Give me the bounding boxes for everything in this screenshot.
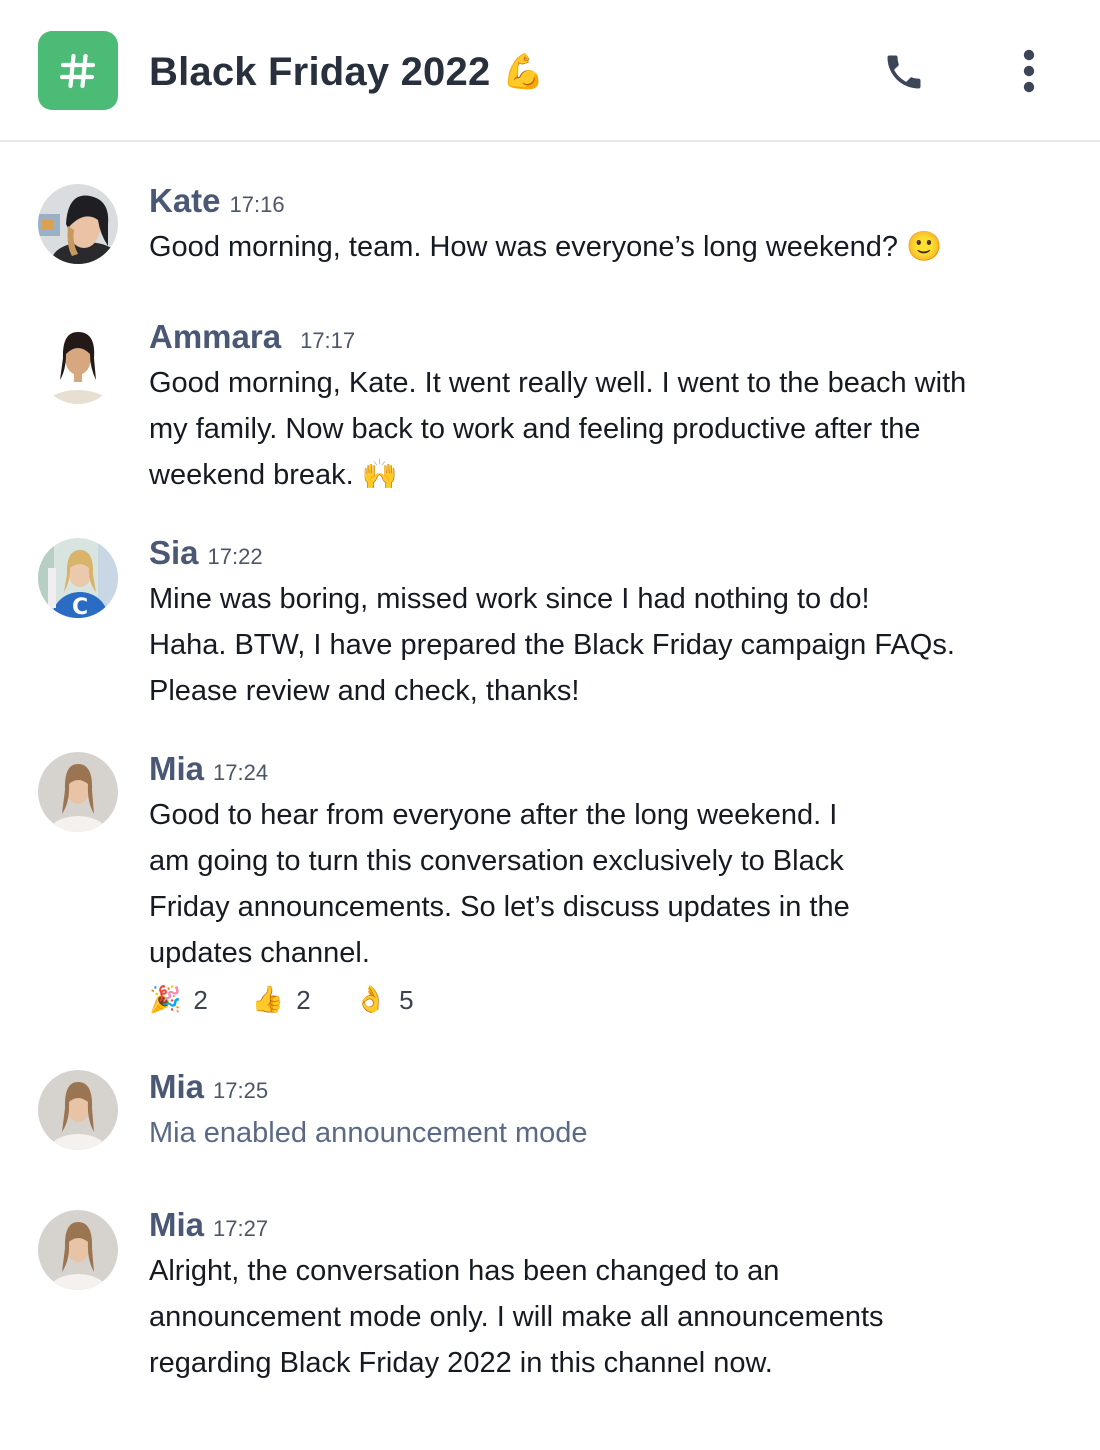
author-name[interactable]: Mia: [149, 1068, 204, 1106]
message-line: weekend break. 🙌: [149, 459, 398, 491]
author-name[interactable]: Mia: [149, 1206, 204, 1244]
avatar-mia[interactable]: [38, 1070, 118, 1150]
thumbs-up-icon: 👍: [251, 985, 285, 1015]
message-header: Ammara 17:17: [149, 318, 355, 358]
message-text: Good morning, Kate. It went really well.…: [149, 360, 966, 498]
message-line: my family. Now back to work and feeling …: [149, 413, 921, 445]
more-options-button[interactable]: [1014, 48, 1044, 94]
message-text: Good morning, team. How was everyone’s l…: [149, 224, 942, 270]
phone-icon: [887, 55, 921, 89]
reaction-ok-hand[interactable]: 👌 5: [355, 985, 414, 1016]
reaction-count: 2: [296, 984, 311, 1015]
message-line: Please review and check, thanks!: [149, 675, 580, 707]
ok-hand-icon: 👌: [354, 985, 388, 1015]
message-line: regarding Black Friday 2022 in this chan…: [149, 1347, 773, 1379]
avatar-mia[interactable]: [38, 1210, 118, 1290]
avatar-ammara[interactable]: [38, 324, 118, 404]
message-line: am going to turn this conversation exclu…: [149, 845, 844, 877]
flexed-biceps-emoji: 💪: [502, 52, 545, 92]
reaction-count: 2: [193, 984, 208, 1015]
message-text: Good to hear from everyone after the lon…: [149, 792, 850, 976]
message-text: Alright, the conversation has been chang…: [149, 1248, 884, 1386]
channel-header: Black Friday 2022 💪: [0, 0, 1100, 142]
call-button[interactable]: [880, 49, 928, 95]
message-line: Good to hear from everyone after the lon…: [149, 799, 838, 831]
message-time: 17:25: [213, 1078, 269, 1103]
author-name[interactable]: Mia: [149, 750, 204, 788]
message-line: announcement mode only. I will make all …: [149, 1301, 884, 1333]
message-time: 17:17: [300, 328, 356, 353]
avatar-sia[interactable]: C: [38, 538, 118, 618]
message-header: Mia 17:24: [149, 750, 268, 790]
message-time: 17:16: [229, 192, 285, 217]
party-popper-icon: 🎉: [149, 985, 182, 1015]
channel-hash-icon: [38, 31, 118, 110]
reaction-thumbs-up[interactable]: 👍 2: [252, 985, 311, 1016]
author-name[interactable]: Sia: [149, 534, 199, 572]
more-vertical-icon: [1023, 49, 1035, 93]
message-time: 17:24: [213, 760, 269, 785]
message-header: Sia 17:22: [149, 534, 263, 574]
channel-title: Black Friday 2022 💪: [149, 46, 545, 98]
message-header: Mia 17:25: [149, 1068, 268, 1108]
message-line: Mine was boring, missed work since I had…: [149, 583, 870, 615]
author-name[interactable]: Ammara: [149, 318, 281, 356]
system-message-line: Mia enabled announcement mode: [149, 1117, 588, 1149]
message-line: Haha. BTW, I have prepared the Black Fri…: [149, 629, 955, 661]
message-line: Good morning, Kate. It went really well.…: [149, 367, 967, 399]
author-name[interactable]: Kate: [149, 182, 221, 220]
message-line: Alright, the conversation has been chang…: [149, 1255, 780, 1287]
reaction-count: 5: [399, 984, 414, 1015]
message-text: Mine was boring, missed work since I had…: [149, 576, 955, 714]
system-message-text: Mia enabled announcement mode: [149, 1110, 588, 1156]
avatar-kate[interactable]: [38, 184, 118, 264]
reaction-party[interactable]: 🎉 2: [149, 985, 208, 1016]
svg-text:C: C: [72, 595, 88, 618]
message-header: Kate 17:16: [149, 182, 285, 222]
message-line: Friday announcements. So let’s discuss u…: [149, 891, 850, 923]
message-time: 17:22: [207, 544, 263, 569]
channel-title-text: Black Friday 2022: [149, 49, 491, 94]
message-line: Good morning, team. How was everyone’s l…: [149, 231, 943, 263]
message-line: updates channel.: [149, 937, 370, 969]
message-time: 17:27: [213, 1216, 269, 1241]
message-header: Mia 17:27: [149, 1206, 268, 1246]
avatar-mia[interactable]: [38, 752, 118, 832]
reaction-bar: 🎉 2 👍 2 👌 5: [149, 980, 458, 1020]
